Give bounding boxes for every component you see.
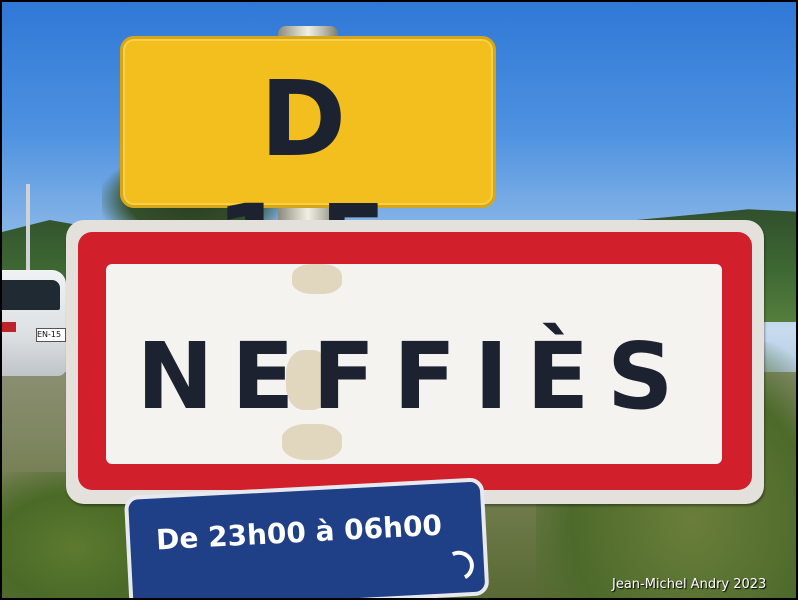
hours-text: De 23h00 à 06h00 [155,508,443,557]
town-entry-sign: NEFFIÈS [66,220,764,504]
car-taillight [2,322,16,332]
parked-white-car: EN-15 [2,270,66,376]
car-rear-window [2,280,60,310]
car-license-plate: EN-15 [36,328,66,342]
town-sign-white-panel: NEFFIÈS [106,264,722,464]
photo-frame: EN-15 D 15 NEFFIÈS De 23h00 à 06h00 Jean… [2,2,796,598]
weathering-stain [292,264,342,294]
street-light-pole [26,184,30,280]
moon-icon [440,546,478,585]
road-number-sign: D 15 [120,36,496,304]
town-name-text: NEFFIÈS [136,323,692,430]
hours-sign: De 23h00 à 06h00 [123,477,490,598]
photo-credit: Jean-Michel Andry 2023 [612,577,767,592]
